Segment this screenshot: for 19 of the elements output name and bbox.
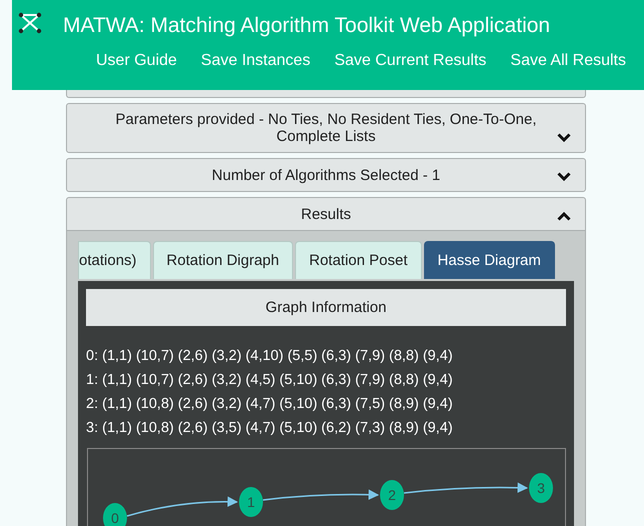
matching-line: 0: (1,1) (10,7) (2,6) (3,2) (4,10) (5,5) (6,3) (7,9) (8,8) (9,4) [86, 347, 454, 366]
matching-line: 2: (1,1) (10,8) (2,6) (3,2) (4,7) (5,10) (6,3) (7,5) (8,9) (9,4) [86, 395, 454, 414]
graph-node: 2 [380, 480, 404, 510]
accordion-header[interactable]: Results [66, 197, 586, 231]
panel-header[interactable] [66, 90, 586, 98]
matching-line: 3: (1,1) (10,8) (2,6) (3,5) (4,7) (5,10) (6,2) (7,3) (8,9) (9,4) [86, 419, 454, 438]
logo-icon [18, 12, 42, 34]
accordion-header[interactable]: Parameters provided - No Ties, No Resident Ties, One-To-One, Complete Lists [66, 103, 586, 153]
graph-node: 0 [103, 503, 127, 526]
tab[interactable]: Rotation Poset [295, 241, 422, 279]
graph-information-header[interactable]: Graph Information [86, 289, 566, 326]
matching-line: 1: (1,1) (10,7) (2,6) (3,2) (4,5) (5,10) (6,3) (7,9) (8,8) (9,4) [86, 371, 454, 390]
tab[interactable]: Hasse Diagram [424, 241, 555, 279]
accordion-header[interactable]: Number of Algorithms Selected - 1 [66, 158, 586, 192]
tab[interactable]: otations) [78, 241, 151, 279]
graph-node: 3 [529, 473, 553, 503]
tab[interactable]: Rotation Digraph [152, 241, 294, 279]
graph-node: 1 [239, 487, 263, 517]
app-title: MATWA: Matching Algorithm Toolkit Web Application [63, 14, 550, 38]
